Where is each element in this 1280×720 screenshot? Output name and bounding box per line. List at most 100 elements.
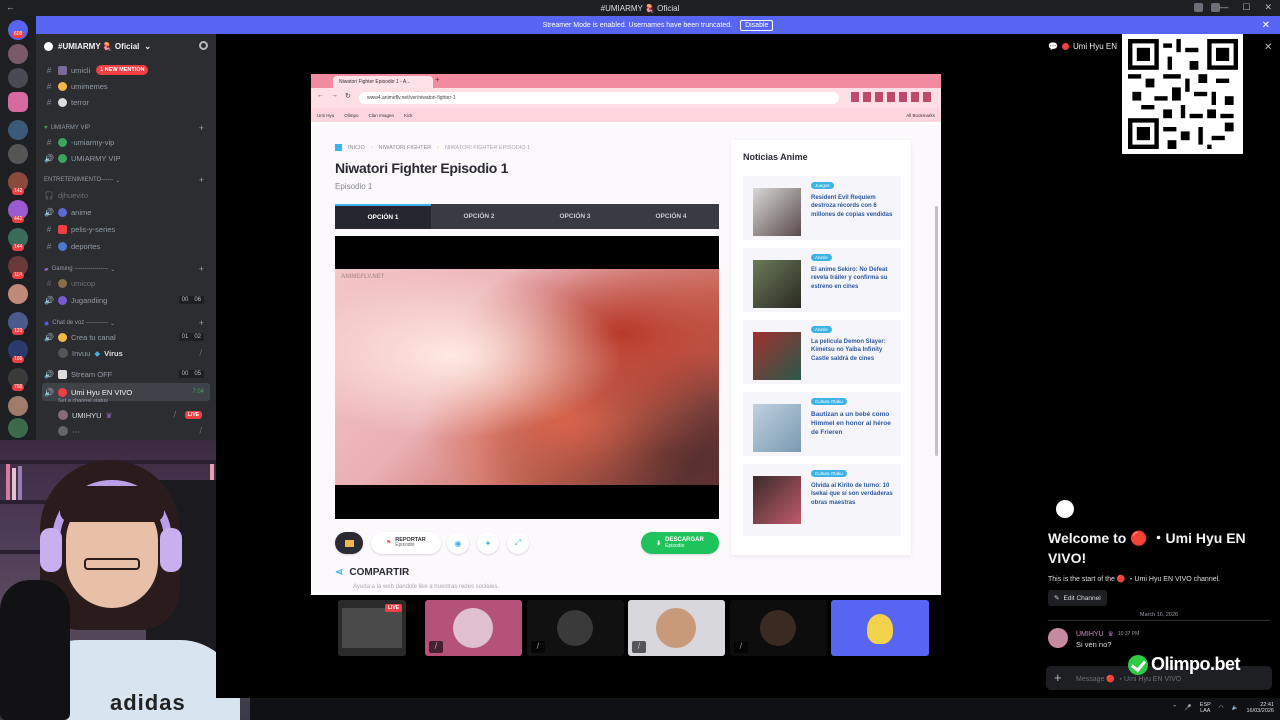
author-name[interactable]: UMIHYU bbox=[1076, 631, 1104, 638]
browser-tab[interactable]: Niwatori Fighter Episodio 1 - A... bbox=[333, 76, 433, 88]
server-icon[interactable] bbox=[8, 144, 28, 164]
server-icon[interactable] bbox=[8, 284, 28, 304]
edit-channel-button[interactable]: ✎ Edit Channel bbox=[1048, 590, 1107, 606]
add-channel-icon[interactable]: + bbox=[199, 175, 204, 185]
voice-user-row[interactable]: Invuu ◆ Virus ⧸ bbox=[42, 345, 210, 361]
add-channel-icon[interactable]: + bbox=[199, 264, 204, 274]
breadcrumb-item[interactable]: NIWATORI FIGHTER bbox=[379, 145, 431, 151]
channel-umiarmy-vip-voice[interactable]: 🔊 UMIARMY VIP bbox=[42, 150, 210, 166]
breadcrumb-item[interactable]: INICIO bbox=[348, 145, 365, 151]
voice-user-row[interactable]: UMIHYU ♛ ⧸ LIVE bbox=[42, 407, 210, 423]
channel-djhuevito[interactable]: 🎧 djhuevito bbox=[42, 187, 210, 203]
channel-crea-tu-canal[interactable]: 🔊 Crea tu canal 01 02 bbox=[42, 329, 210, 345]
voice-user-row[interactable]: ⋯ ⧸ bbox=[42, 423, 210, 439]
channel-umicop[interactable]: # umicop bbox=[42, 275, 210, 291]
add-channel-icon[interactable]: + bbox=[199, 318, 204, 328]
tab-opcion-2[interactable]: OPCIÓN 2 bbox=[431, 204, 527, 229]
tab-opcion-3[interactable]: OPCIÓN 3 bbox=[527, 204, 623, 229]
clock-date[interactable]: 16/03/2026 bbox=[1246, 708, 1274, 714]
add-channel-icon[interactable]: + bbox=[199, 123, 204, 133]
mic-icon[interactable]: 🎤 bbox=[1185, 705, 1192, 711]
episode-list-button[interactable] bbox=[335, 532, 363, 554]
channel-umiarmy-vip-text[interactable]: # -umiarmy-vip bbox=[42, 134, 210, 150]
category-chat-de-voz[interactable]: ◉ Chat de voz ----------- ⌄ + bbox=[44, 317, 208, 329]
channel-terror[interactable]: # terror bbox=[42, 94, 210, 110]
participant-tile[interactable]: ⧸ bbox=[730, 600, 827, 656]
participant-tile-stream[interactable]: LIVE bbox=[338, 600, 406, 656]
address-bar[interactable]: www4.animeflv.net/ver/niwatori-fighter-1 bbox=[359, 92, 839, 104]
live-badge: LIVE bbox=[384, 604, 402, 612]
bookmark[interactable]: Umi Hyu bbox=[317, 113, 334, 118]
participant-tile[interactable]: ⧸ bbox=[425, 600, 522, 656]
chevron-up-icon[interactable]: ⌃ bbox=[1172, 705, 1177, 711]
channel-jugandig[interactable]: 🔊 Jugandiing 00 06 bbox=[42, 292, 210, 308]
news-item[interactable]: Anime El anime Sekiro: No Defeat revela … bbox=[743, 248, 901, 312]
news-item[interactable]: Cultura Otaku Bautizan a un bebé como Hi… bbox=[743, 392, 901, 456]
server-icon[interactable] bbox=[8, 396, 28, 416]
news-item[interactable]: Juegos Resident Evil Requiem destroza ré… bbox=[743, 176, 901, 240]
category-gaming[interactable]: ▰ Gaming ----------------- ⌄ + bbox=[44, 263, 208, 275]
close-banner-icon[interactable]: ✕ bbox=[1262, 20, 1270, 31]
new-tab-icon[interactable]: + bbox=[435, 75, 440, 84]
channel-stream-off[interactable]: 🔊 Stream OFF 00 05 bbox=[42, 366, 210, 382]
add-attachment-icon[interactable]: + bbox=[1054, 670, 1062, 685]
welcome-heading: Welcome to 🔴 ・Umi Hyu EN VIVO! bbox=[1048, 530, 1246, 567]
server-icon-active[interactable] bbox=[8, 92, 28, 112]
disable-streamer-mode-button[interactable]: Disable bbox=[740, 19, 774, 31]
news-item[interactable]: Cultura Otaku Olvida al Kirito de turno:… bbox=[743, 464, 901, 536]
inbox-icon[interactable] bbox=[1194, 3, 1203, 12]
category-entretenimiento[interactable]: ENTRETENIMIENTO------ ⌄ + bbox=[44, 174, 208, 186]
forward-icon[interactable]: → bbox=[331, 92, 338, 99]
news-headline[interactable]: Bautizan a un bebé como Himmel en honor … bbox=[811, 410, 895, 437]
category-umiarmy-vip[interactable]: ♥ UMIARMY VIP + bbox=[44, 122, 208, 134]
server-icon[interactable] bbox=[8, 44, 28, 64]
page-scrollbar[interactable] bbox=[935, 206, 938, 456]
channel-pelis-y-series[interactable]: # pelis-y-series bbox=[42, 221, 210, 237]
back-icon[interactable]: ← bbox=[317, 92, 324, 99]
server-icon[interactable] bbox=[8, 418, 28, 438]
download-button[interactable]: ⬇ DESCARGAR Episodio bbox=[641, 532, 719, 554]
layout-indicator[interactable]: LAA bbox=[1200, 708, 1210, 714]
new-mention-pill[interactable]: 1 NEW MENTION bbox=[96, 65, 149, 75]
news-headline[interactable]: El anime Sekiro: No Defeat revela tráile… bbox=[811, 266, 895, 291]
minimize-button[interactable]: — bbox=[1219, 2, 1228, 13]
news-headline[interactable]: La película Demon Slayer: Kimetsu no Yai… bbox=[811, 338, 895, 363]
wifi-icon[interactable]: ◠ bbox=[1219, 705, 1224, 711]
channel-deportes[interactable]: # deportes bbox=[42, 238, 210, 254]
all-bookmarks[interactable]: All Bookmarks bbox=[906, 113, 941, 118]
back-arrow-icon[interactable]: ← bbox=[6, 2, 15, 12]
news-item[interactable]: Anime La película Demon Slayer: Kimetsu … bbox=[743, 320, 901, 384]
bookmark[interactable]: Olimpo bbox=[344, 113, 358, 118]
participant-tile[interactable]: ⧸ bbox=[527, 600, 624, 656]
video-player[interactable]: ANIMEFLV.NET bbox=[335, 236, 719, 519]
extension-icons[interactable] bbox=[851, 92, 931, 102]
server-icon[interactable] bbox=[8, 68, 28, 88]
tab-opcion-4[interactable]: OPCIÓN 4 bbox=[623, 204, 719, 229]
eye-button[interactable]: ◉ bbox=[447, 532, 469, 554]
close-chat-icon[interactable]: ✕ bbox=[1264, 42, 1272, 53]
invite-people-icon[interactable] bbox=[199, 41, 208, 50]
news-headline[interactable]: Olvida al Kirito de turno: 10 Isekai que… bbox=[811, 482, 895, 507]
participant-tile[interactable]: ⧸ bbox=[628, 600, 725, 656]
set-channel-status[interactable]: Set a channel status bbox=[42, 396, 210, 406]
news-headline[interactable]: Resident Evil Requiem destroza récords c… bbox=[811, 194, 895, 219]
server-header[interactable]: #UMIARMY 🪼 Oficial ⌄ bbox=[36, 34, 216, 58]
message-author[interactable]: UMIHYU ♛ 10:37 PM bbox=[1076, 630, 1139, 639]
report-button[interactable]: ⚑ REPORTAR Episodio bbox=[371, 532, 441, 554]
channel-anime[interactable]: 🔊 anime bbox=[42, 204, 210, 220]
channel-umiclip[interactable]: # umicli 1 NEW MENTION bbox=[42, 62, 210, 78]
channel-umimemes[interactable]: # umimemes bbox=[42, 78, 210, 94]
reload-icon[interactable]: ↻ bbox=[345, 92, 351, 100]
maximize-button[interactable]: ☐ bbox=[1242, 2, 1250, 13]
avatar[interactable] bbox=[1048, 628, 1068, 648]
bookmark[interactable]: Clan Imagen bbox=[369, 113, 395, 118]
bookmark[interactable]: Kick bbox=[404, 113, 413, 118]
news-tag: Cultura Otaku bbox=[811, 470, 847, 477]
tab-opcion-1[interactable]: OPCIÓN 1 bbox=[335, 204, 431, 229]
server-icon[interactable] bbox=[8, 120, 28, 140]
volume-icon[interactable]: 🔈 bbox=[1232, 705, 1239, 711]
lightbulb-button[interactable]: ✦ bbox=[477, 532, 499, 554]
participant-tile[interactable] bbox=[831, 600, 929, 656]
expand-button[interactable]: ⤢ bbox=[507, 532, 529, 554]
close-window-button[interactable]: ✕ bbox=[1264, 2, 1272, 13]
